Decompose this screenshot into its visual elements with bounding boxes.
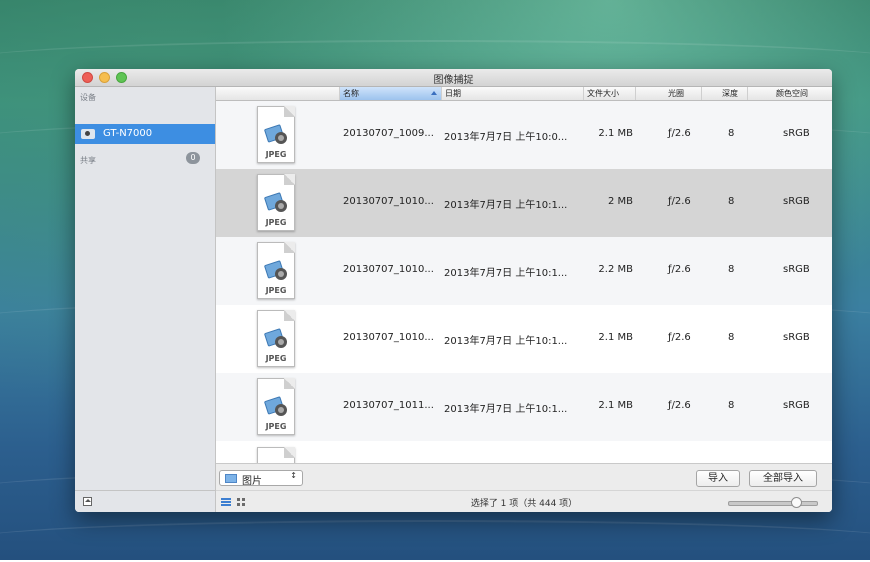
table-row-selected[interactable]: JPEG 20130707_1010... 2013年7月7日 上午10:1..… xyxy=(216,169,832,237)
file-colorspace: sRGB xyxy=(783,264,810,275)
file-aperture: ƒ/2.6 xyxy=(668,400,691,411)
file-date: 2013年7月7日 上午10:1... xyxy=(444,336,568,347)
file-depth: 8 xyxy=(728,400,735,411)
import-all-button[interactable]: 全部导入 xyxy=(749,470,817,487)
file-name: 20130707_1010... xyxy=(343,332,434,343)
shared-count-badge: 0 xyxy=(186,152,200,164)
file-size: 2.1 MB xyxy=(598,332,633,343)
table-row-partial[interactable] xyxy=(216,441,832,463)
jpeg-file-icon: JPEG xyxy=(253,378,299,436)
column-date-label: 日期 xyxy=(445,89,461,98)
status-bar: 选择了 1 项（共 444 项） xyxy=(216,490,832,512)
jpeg-file-icon: JPEG xyxy=(253,310,299,368)
column-name[interactable]: 名称 xyxy=(340,87,442,100)
column-thumbnail[interactable] xyxy=(216,87,340,100)
file-depth: 8 xyxy=(728,196,735,207)
table-row[interactable]: JPEG 20130707_1009... 2013年7月7日 上午10:0..… xyxy=(216,101,832,169)
column-size[interactable]: 文件大小 xyxy=(584,87,636,100)
column-size-label: 文件大小 xyxy=(587,89,619,98)
sidebar: 设备 GT-N7000 共享 0 xyxy=(75,87,216,490)
file-depth: 8 xyxy=(728,332,735,343)
jpeg-file-icon xyxy=(257,447,295,463)
sidebar-item-device[interactable]: GT-N7000 xyxy=(75,124,215,144)
jpeg-file-icon: JPEG xyxy=(253,106,299,164)
import-bar: 图片 ↕ 导入 全部导入 xyxy=(216,463,832,491)
table-row[interactable]: JPEG 20130707_1011... 2013年7月7日 上午10:1..… xyxy=(216,373,832,441)
column-colorspace-label: 颜色空间 xyxy=(776,89,808,98)
file-colorspace: sRGB xyxy=(783,196,810,207)
sidebar-header-shared: 共享 xyxy=(80,156,96,165)
column-aperture-label: 光圈 xyxy=(668,89,684,98)
file-colorspace: sRGB xyxy=(783,332,810,343)
file-colorspace: sRGB xyxy=(783,400,810,411)
jpeg-file-icon: JPEG xyxy=(253,242,299,300)
file-date: 2013年7月7日 上午10:1... xyxy=(444,268,568,279)
desktop-wave xyxy=(0,520,870,562)
file-name: 20130707_1009... xyxy=(343,128,434,139)
file-aperture: ƒ/2.6 xyxy=(668,196,691,207)
file-list: JPEG 20130707_1009... 2013年7月7日 上午10:0..… xyxy=(216,101,832,463)
column-aperture[interactable]: 光圈 xyxy=(636,87,702,100)
file-depth: 8 xyxy=(728,128,735,139)
jpeg-file-icon: JPEG xyxy=(253,174,299,232)
thumbnail-size-slider[interactable] xyxy=(728,497,818,508)
column-colorspace[interactable]: 颜色空间 xyxy=(748,87,832,100)
import-destination-popup[interactable]: 图片 ↕ xyxy=(219,470,303,487)
file-aperture: ƒ/2.6 xyxy=(668,332,691,343)
window-title: 图像捕捉 xyxy=(433,75,474,86)
file-size: 2.1 MB xyxy=(598,128,633,139)
file-colorspace: sRGB xyxy=(783,128,810,139)
file-aperture: ƒ/2.6 xyxy=(668,264,691,275)
column-header: 名称 日期 文件大小 光圈 深度 颜色空间 xyxy=(216,87,832,101)
device-name: GT-N7000 xyxy=(103,128,153,139)
file-date: 2013年7月7日 上午10:1... xyxy=(444,404,568,415)
table-row[interactable]: JPEG 20130707_1010... 2013年7月7日 上午10:1..… xyxy=(216,305,832,373)
titlebar: 图像捕捉 xyxy=(75,69,832,87)
file-name: 20130707_1011... xyxy=(343,400,434,411)
image-capture-window: 图像捕捉 设备 GT-N7000 共享 0 名称 日期 文件大小 光圈 深度 颜… xyxy=(75,69,832,512)
table-row[interactable]: JPEG 20130707_1010... 2013年7月7日 上午10:1..… xyxy=(216,237,832,305)
file-date: 2013年7月7日 上午10:0... xyxy=(444,132,568,143)
file-name: 20130707_1010... xyxy=(343,196,434,207)
column-depth-label: 深度 xyxy=(722,89,738,98)
file-size: 2 MB xyxy=(607,196,633,207)
file-size: 2.1 MB xyxy=(598,400,633,411)
file-aperture: ƒ/2.6 xyxy=(668,128,691,139)
column-name-label: 名称 xyxy=(343,89,359,98)
sidebar-header-devices: 设备 xyxy=(80,93,96,102)
import-button[interactable]: 导入 xyxy=(696,470,740,487)
file-depth: 8 xyxy=(728,264,735,275)
file-date: 2013年7月7日 上午10:1... xyxy=(444,200,568,211)
import-destination-label: 图片 xyxy=(242,476,262,487)
camera-icon xyxy=(81,129,95,139)
pictures-folder-icon xyxy=(225,474,237,483)
eject-icon[interactable] xyxy=(83,497,92,506)
slider-knob[interactable] xyxy=(791,497,802,508)
chevron-updown-icon: ↕ xyxy=(290,471,297,480)
file-browser: 名称 日期 文件大小 光圈 深度 颜色空间 JPEG 20130707_1009… xyxy=(216,87,832,512)
sort-ascending-icon xyxy=(431,91,437,95)
column-depth[interactable]: 深度 xyxy=(702,87,748,100)
file-name: 20130707_1010... xyxy=(343,264,434,275)
sidebar-footer xyxy=(75,490,216,512)
file-size: 2.2 MB xyxy=(598,264,633,275)
column-date[interactable]: 日期 xyxy=(442,87,584,100)
